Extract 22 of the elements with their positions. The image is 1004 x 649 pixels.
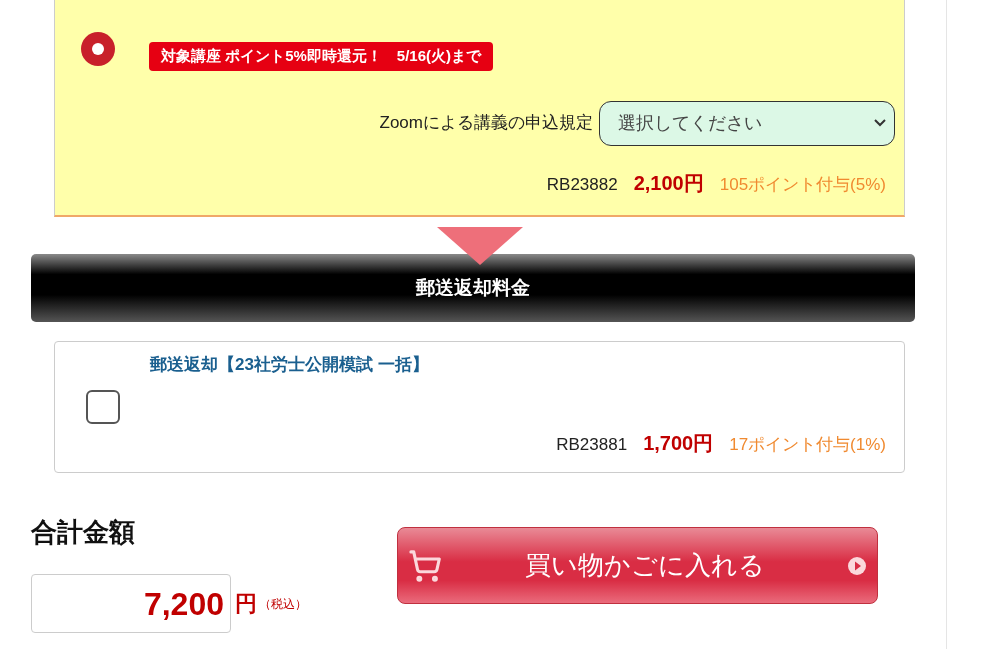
promo-badge: 対象講座 ポイント5%即時還元！ 5/16(火)まで (149, 42, 494, 71)
total-label: 合計金額 (31, 516, 136, 549)
total-amount: 7,200 (31, 574, 231, 633)
product-code: RB23882 (546, 173, 618, 196)
points-note: 105ポイント付与(5%) (719, 173, 886, 196)
currency-unit: 円 (235, 590, 257, 618)
radio-button[interactable] (81, 32, 115, 67)
product-code: RB23881 (556, 434, 628, 456)
checkbox[interactable] (85, 390, 120, 424)
select-label: Zoomによる講義の申込規定 (379, 112, 593, 135)
select-field[interactable]: 選択してください (599, 100, 895, 146)
points-note: 17ポイント付与(1%) (729, 434, 886, 456)
item-title: 郵送返却【23社労士公開模試 一括】 (150, 354, 430, 376)
play-icon (847, 555, 867, 576)
section-header: 郵送返却料金 (31, 254, 915, 322)
add-to-cart-button[interactable]: 買い物かごに入れる (397, 527, 878, 604)
down-arrow-icon (437, 227, 523, 267)
chevron-down-icon (874, 119, 886, 127)
price: 2,100円 (633, 170, 704, 196)
tax-note: （税込） (259, 595, 307, 613)
cart-icon (408, 548, 442, 583)
price: 1,700円 (643, 431, 714, 456)
